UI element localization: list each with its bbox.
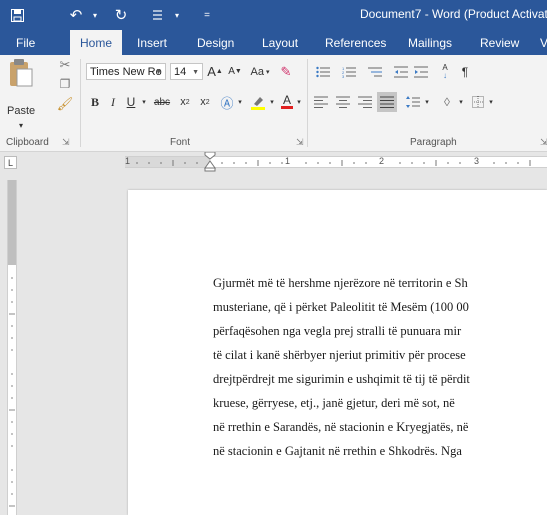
numbering-icon[interactable]: 123: [338, 63, 360, 80]
tab-home[interactable]: Home: [70, 30, 123, 55]
save-icon[interactable]: [6, 0, 28, 30]
group-separator: [307, 59, 308, 147]
tab-insert[interactable]: Insert: [137, 30, 167, 55]
touch-mode-icon[interactable]: [150, 0, 170, 30]
cut-icon[interactable]: ✂: [58, 57, 72, 72]
underline-dropdown-icon[interactable]: ▾: [139, 93, 149, 111]
paragraph-launcher-icon[interactable]: ⇲: [540, 137, 547, 148]
bullets-icon[interactable]: [312, 63, 334, 80]
document-page[interactable]: Gjurmët më të hershme njerëzore në terri…: [128, 190, 547, 515]
title-bar: ↶ ▾ ↻ ▾ = Document7 - Word (Product Acti…: [0, 0, 547, 30]
sort-button[interactable]: A ↓: [436, 63, 454, 80]
tab-review[interactable]: Review: [480, 30, 519, 55]
customize-dropdown-icon[interactable]: ▾: [172, 0, 182, 30]
tab-selector-icon[interactable]: L: [4, 156, 17, 169]
ribbon: Paste ▾ ✂ ❐ 🖌 Clipboard ⇲ Times New Ro ▼…: [0, 55, 547, 152]
paste-dropdown-icon[interactable]: ▾: [17, 121, 25, 130]
clear-formatting-icon[interactable]: ✎: [277, 63, 295, 80]
horizontal-ruler-row: L 1 1 2 3: [0, 152, 547, 172]
font-group-label: Font: [170, 137, 191, 148]
highlight-color-icon[interactable]: [248, 93, 268, 111]
word-window: ↶ ▾ ↻ ▾ = Document7 - Word (Product Acti…: [0, 0, 547, 515]
text-effects-dropdown-icon[interactable]: ▾: [236, 93, 244, 111]
italic-button[interactable]: I: [106, 93, 120, 111]
document-text-line[interactable]: kruese, gërryese, etj., janë gjetur, der…: [213, 396, 455, 411]
highlight-dropdown-icon[interactable]: ▾: [268, 93, 276, 111]
text-effects-icon[interactable]: Ⓐ: [219, 93, 235, 111]
superscript-button[interactable]: x2: [197, 93, 213, 111]
redo-icon[interactable]: ↻: [110, 0, 132, 30]
borders-dropdown-icon[interactable]: ▾: [487, 93, 495, 111]
tab-layout[interactable]: Layout: [262, 30, 298, 55]
line-spacing-icon[interactable]: [404, 93, 422, 111]
shading-dropdown-icon[interactable]: ▾: [457, 93, 465, 111]
tab-design[interactable]: Design: [197, 30, 234, 55]
vertical-ruler-ticks: [9, 277, 15, 507]
document-title: Document7 - Word (Product Activati: [360, 7, 547, 21]
document-text-line[interactable]: në stacionin e Gajtanit në rrethin e Shk…: [213, 444, 462, 459]
clipboard-launcher-icon[interactable]: ⇲: [62, 137, 70, 148]
subscript-button[interactable]: x2: [177, 93, 193, 111]
customize-qat-icon[interactable]: =: [200, 0, 214, 30]
vertical-ruler[interactable]: [7, 180, 17, 515]
undo-dropdown-icon[interactable]: ▾: [90, 0, 100, 30]
increase-indent-icon[interactable]: [412, 63, 430, 80]
indent-marker-icon[interactable]: [204, 152, 216, 172]
borders-icon[interactable]: [470, 93, 486, 111]
undo-icon[interactable]: ↶: [64, 0, 88, 30]
font-size-value: 14: [174, 65, 187, 78]
horizontal-ruler[interactable]: 1 1 2 3: [125, 152, 547, 172]
paragraph-group-label: Paragraph: [410, 137, 457, 148]
font-color-dropdown-icon[interactable]: ▾: [295, 93, 303, 111]
svg-text:3: 3: [342, 74, 345, 78]
document-text-line[interactable]: musteriane, që i përket Paleolitit të Me…: [213, 300, 469, 315]
document-text-line[interactable]: përfaqësohen nga vegla prej stralli të p…: [213, 324, 461, 339]
document-text-line[interactable]: drejtpërdrejt me sigurimin e ushqimit të…: [213, 372, 470, 387]
strikethrough-button[interactable]: abc: [151, 93, 173, 111]
chevron-down-icon: ▼: [155, 69, 162, 76]
grow-font-label: A: [207, 64, 216, 79]
tab-view[interactable]: V: [540, 30, 547, 55]
shading-icon[interactable]: ◊: [438, 93, 456, 111]
align-center-icon[interactable]: [334, 93, 352, 111]
font-color-button[interactable]: A: [280, 91, 294, 111]
document-text-line[interactable]: në rrethin e Sarandës, në stacionin e Kr…: [213, 420, 468, 435]
shrink-font-label: A: [228, 66, 235, 77]
tab-mailings[interactable]: Mailings: [408, 30, 452, 55]
multilevel-list-icon[interactable]: [364, 63, 386, 80]
show-formatting-icon[interactable]: ¶: [458, 63, 472, 80]
clipboard-group-label: Clipboard: [6, 137, 49, 148]
change-case-button[interactable]: Aa ▾: [247, 63, 273, 80]
grow-font-button[interactable]: A ▲: [207, 63, 223, 80]
change-case-label: Aa: [250, 65, 264, 78]
document-text-line[interactable]: të cilat i kanë shërbyer njeriut primiti…: [213, 348, 466, 363]
format-painter-icon[interactable]: 🖌: [57, 96, 74, 111]
vertical-ruler-top-margin: [8, 180, 16, 265]
bold-button[interactable]: B: [88, 93, 102, 111]
font-name-select[interactable]: Times New Ro ▼: [86, 63, 166, 80]
paste-button-label[interactable]: Paste: [7, 105, 35, 117]
align-right-icon[interactable]: [356, 93, 374, 111]
decrease-indent-icon[interactable]: [392, 63, 410, 80]
tab-file[interactable]: File: [16, 30, 35, 55]
ribbon-tabs: File Home Insert Design Layout Reference…: [0, 30, 547, 55]
font-launcher-icon[interactable]: ⇲: [296, 137, 304, 148]
justify-icon[interactable]: [377, 92, 397, 112]
document-text-line[interactable]: Gjurmët më të hershme njerëzore në terri…: [213, 276, 468, 291]
line-spacing-dropdown-icon[interactable]: ▾: [423, 93, 431, 111]
copy-icon[interactable]: ❐: [58, 77, 72, 91]
font-name-value: Times New Ro: [90, 65, 162, 78]
font-color-label: A: [282, 92, 291, 107]
shrink-font-button[interactable]: A ▼: [227, 63, 243, 80]
paste-icon[interactable]: [6, 57, 36, 89]
group-separator: [80, 59, 81, 147]
chevron-down-icon: ▼: [192, 69, 199, 76]
underline-button[interactable]: U: [124, 93, 138, 111]
align-left-icon[interactable]: [312, 93, 330, 111]
tab-references[interactable]: References: [325, 30, 386, 55]
ruler-ticks: [136, 160, 531, 166]
font-size-select[interactable]: 14 ▼: [170, 63, 203, 80]
